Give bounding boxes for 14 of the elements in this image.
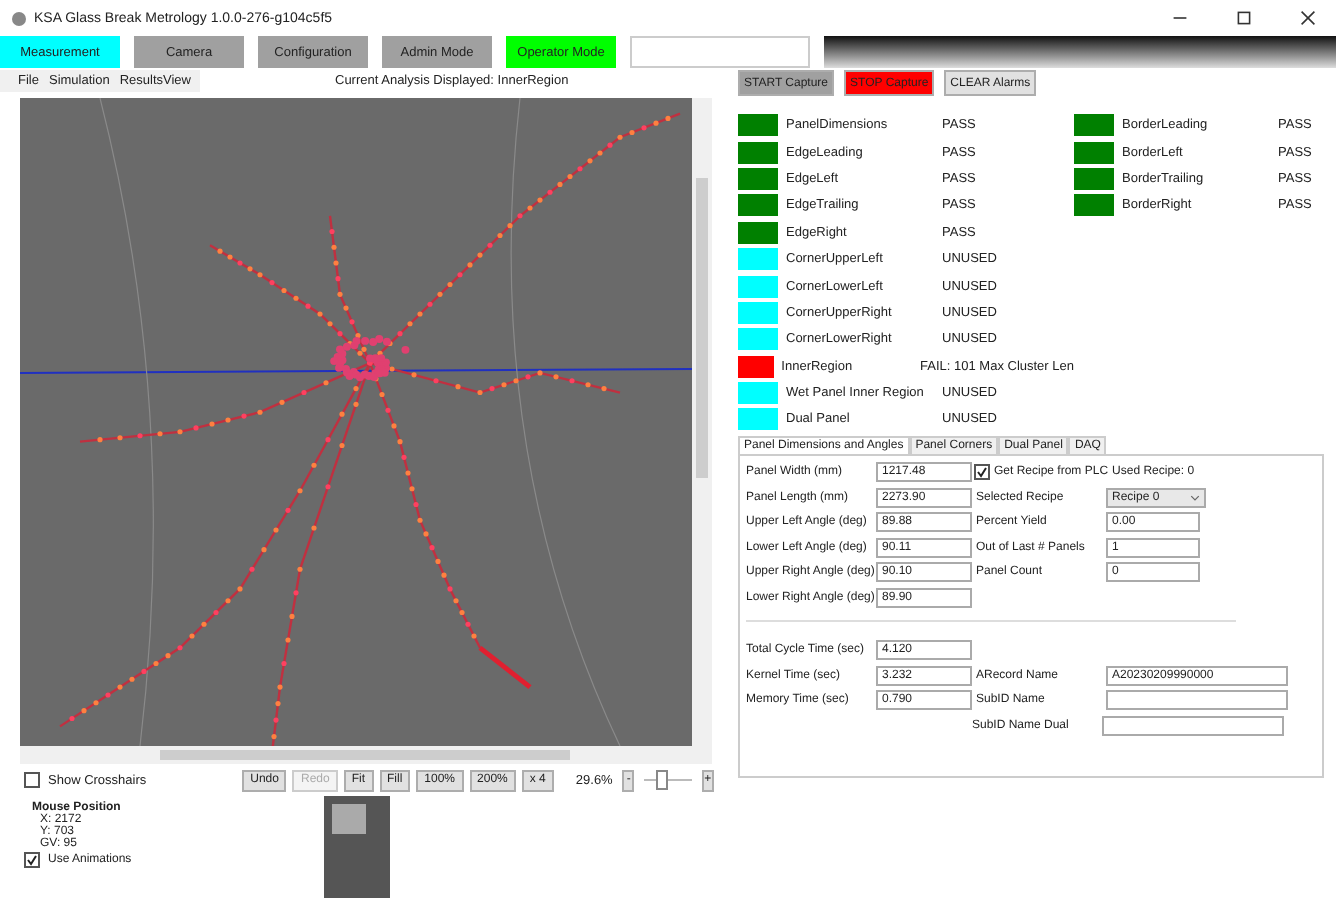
- checkbox[interactable]: [24, 772, 40, 788]
- input-field[interactable]: [1102, 715, 1284, 736]
- horizontal-scrollbar[interactable]: [20, 746, 712, 764]
- maximize-icon[interactable]: [1236, 10, 1252, 26]
- text-field[interactable]: [630, 36, 810, 68]
- slider-thumb[interactable]: [655, 770, 668, 790]
- vertical-scrollbar[interactable]: [692, 98, 712, 746]
- input-field[interactable]: [1106, 690, 1288, 711]
- chevron-down-icon: [1190, 493, 1200, 502]
- checkbox[interactable]: [24, 852, 40, 868]
- checkbox[interactable]: [974, 464, 990, 481]
- panel-thumbnail: [324, 796, 390, 898]
- close-icon[interactable]: [1300, 10, 1316, 26]
- app-icon: [12, 11, 26, 25]
